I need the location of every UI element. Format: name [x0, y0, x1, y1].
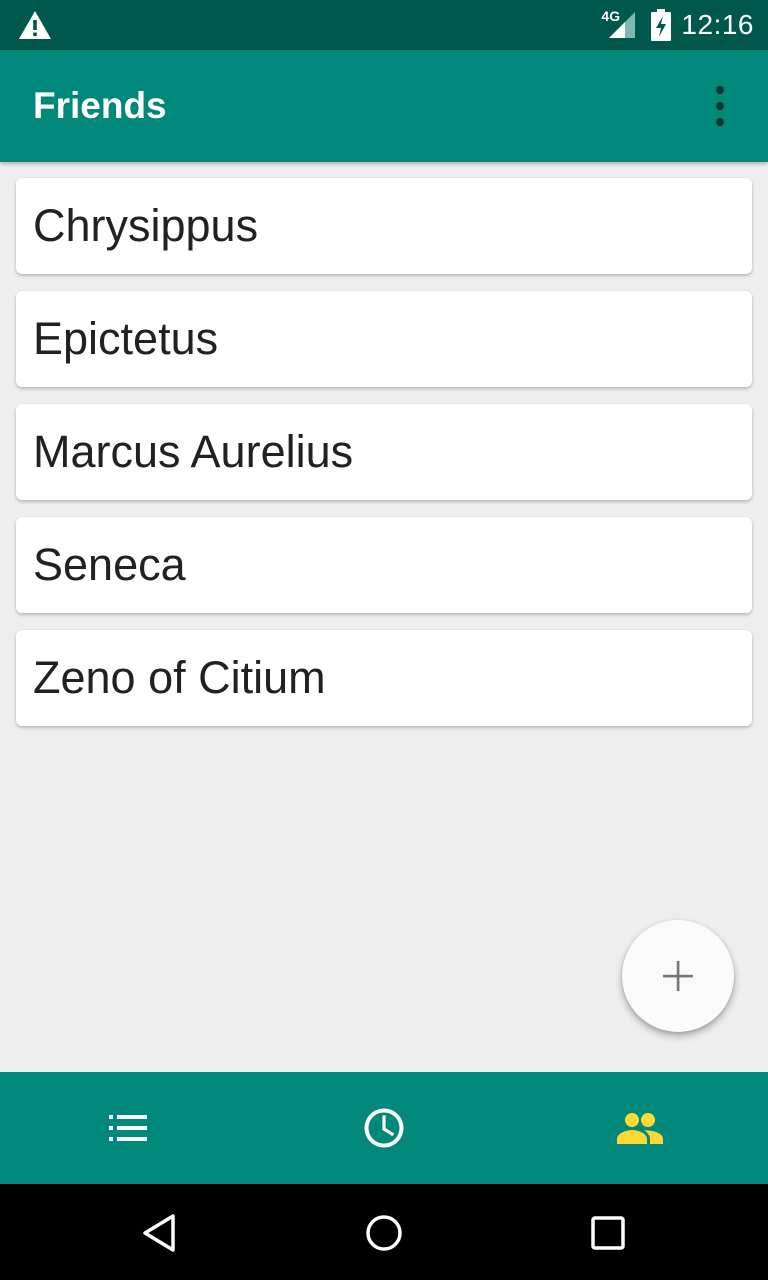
back-button[interactable]: [134, 1208, 184, 1258]
recents-button[interactable]: [583, 1208, 633, 1258]
nav-tab-friends[interactable]: [512, 1072, 768, 1184]
add-friend-button[interactable]: [622, 920, 734, 1032]
friend-name: Epictetus: [33, 313, 219, 364]
friend-card[interactable]: Seneca: [16, 517, 752, 613]
clock-icon: [363, 1107, 405, 1149]
friend-card[interactable]: Zeno of Citium: [16, 630, 752, 726]
recents-icon: [590, 1215, 626, 1251]
overflow-dot: [716, 102, 724, 110]
list-icon: [109, 1115, 147, 1141]
system-navigation-bar: [0, 1184, 768, 1280]
app-bar: Friends: [0, 50, 768, 162]
battery-charging-icon: [651, 9, 672, 41]
warning-icon: [18, 10, 52, 40]
status-icons: 4G 12:16: [601, 0, 754, 50]
bottom-navigation: [0, 1072, 768, 1184]
nav-tab-history[interactable]: [256, 1072, 512, 1184]
people-icon: [617, 1112, 663, 1144]
friend-card[interactable]: Marcus Aurelius: [16, 404, 752, 500]
friend-card[interactable]: Epictetus: [16, 291, 752, 387]
home-button[interactable]: [359, 1208, 409, 1258]
friend-card[interactable]: Chrysippus: [16, 178, 752, 274]
overflow-dot: [716, 86, 724, 94]
screen: 4G 12:16 Friends Chrysippus Epictetus Ma…: [0, 0, 768, 1280]
page-title: Friends: [33, 85, 167, 126]
status-time: 12:16: [681, 9, 754, 40]
more-vert-icon[interactable]: [696, 86, 744, 126]
signal-icon: 4G: [601, 8, 641, 42]
friend-name: Marcus Aurelius: [33, 426, 354, 477]
back-icon: [139, 1213, 179, 1253]
friend-name: Zeno of Citium: [33, 652, 326, 703]
status-bar: 4G 12:16: [0, 0, 768, 50]
overflow-dot: [716, 118, 724, 126]
home-icon: [364, 1213, 404, 1253]
friend-name: Chrysippus: [33, 200, 259, 251]
nav-tab-list[interactable]: [0, 1072, 256, 1184]
add-icon: [662, 960, 694, 992]
friends-list: Chrysippus Epictetus Marcus Aurelius Sen…: [16, 178, 752, 743]
friend-name: Seneca: [33, 539, 186, 590]
